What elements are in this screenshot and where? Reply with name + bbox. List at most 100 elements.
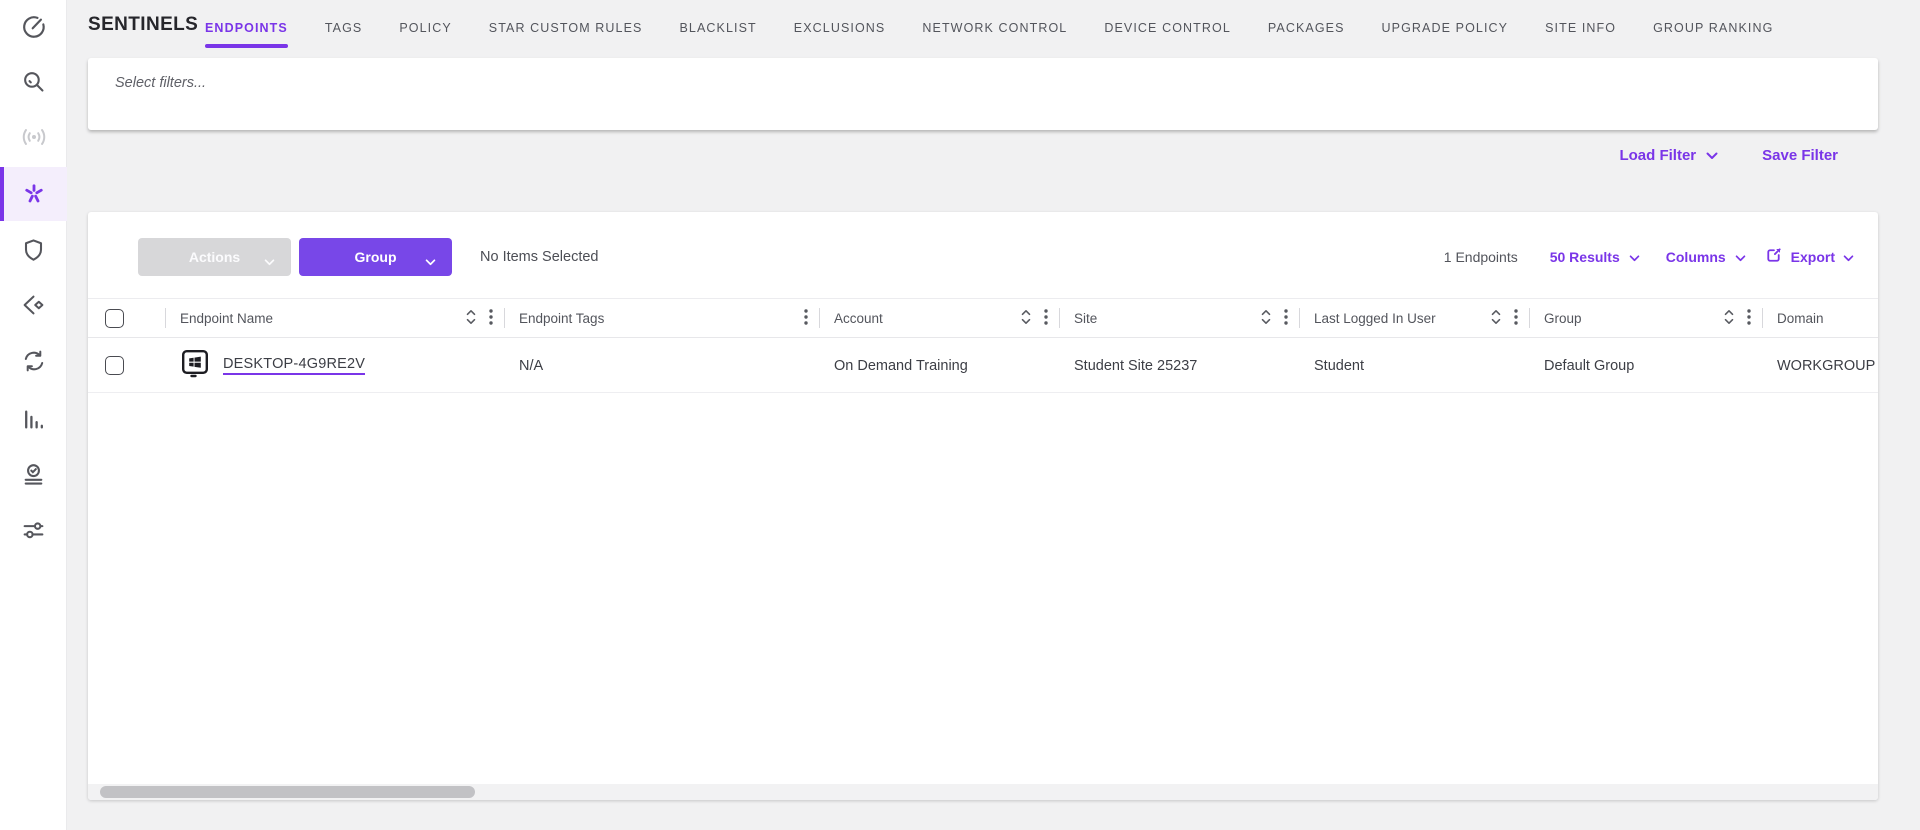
chevron-down-icon bbox=[264, 253, 275, 269]
sidebar-item-threats[interactable] bbox=[0, 223, 67, 277]
kebab-menu-icon[interactable] bbox=[1284, 308, 1288, 328]
actions-button-label: Actions bbox=[188, 249, 241, 265]
sidebar-item-dashboard[interactable] bbox=[0, 0, 67, 54]
tab-network-control[interactable]: NETWORK CONTROL bbox=[922, 17, 1067, 39]
filter-links: Load Filter Save Filter bbox=[1619, 147, 1838, 164]
sidebar-item-visibility[interactable] bbox=[0, 278, 67, 332]
table-header: Endpoint Name Endpoint Tags Account Site… bbox=[88, 298, 1878, 338]
sort-icon[interactable] bbox=[1724, 309, 1734, 328]
search-icon bbox=[21, 69, 46, 94]
sidebar-item-activity[interactable] bbox=[0, 334, 67, 388]
last-logged-in-user-cell: Student bbox=[1314, 357, 1364, 374]
column-label: Last Logged In User bbox=[1314, 310, 1436, 326]
tab-endpoints[interactable]: ENDPOINTS bbox=[205, 17, 288, 48]
sidebar-item-network-activity[interactable] bbox=[0, 110, 67, 164]
sort-icon[interactable] bbox=[1491, 309, 1501, 328]
site-cell: Student Site 25237 bbox=[1074, 357, 1198, 374]
export-icon bbox=[1764, 246, 1783, 268]
kebab-menu-icon[interactable] bbox=[1044, 308, 1048, 328]
sidebar-item-tasks[interactable] bbox=[0, 448, 67, 502]
row-checkbox-cell bbox=[88, 339, 166, 392]
settings-sliders-icon bbox=[21, 518, 46, 543]
filter-placeholder: Select filters... bbox=[115, 75, 207, 91]
page-title: SENTINELS bbox=[88, 14, 199, 35]
kebab-menu-icon[interactable] bbox=[804, 308, 808, 328]
column-domain: Domain bbox=[1763, 299, 1878, 337]
endpoint-count: 1 Endpoints bbox=[1443, 249, 1518, 265]
endpoint-name-link[interactable]: DESKTOP-4G9RE2V bbox=[223, 356, 366, 375]
tab-packages[interactable]: PACKAGES bbox=[1268, 17, 1345, 39]
tab-site-info[interactable]: SITE INFO bbox=[1545, 17, 1616, 39]
endpoints-card: Actions Group No Items Selected 1 Endpoi… bbox=[88, 212, 1878, 800]
tab-star-custom-rules[interactable]: STAR CUSTOM RULES bbox=[489, 17, 643, 39]
reports-icon bbox=[21, 407, 46, 432]
visibility-icon bbox=[20, 293, 47, 317]
load-filter-button[interactable]: Load Filter bbox=[1619, 147, 1718, 164]
tab-policy[interactable]: POLICY bbox=[399, 17, 451, 39]
chevron-down-icon bbox=[425, 253, 436, 269]
sidebar-item-settings[interactable] bbox=[0, 503, 67, 557]
select-all-checkbox[interactable] bbox=[105, 308, 124, 328]
group-cell: Default Group bbox=[1544, 357, 1635, 374]
column-label: Group bbox=[1544, 310, 1582, 326]
windows-icon bbox=[180, 349, 210, 382]
sidebar-item-search[interactable] bbox=[0, 54, 67, 108]
column-label: Account bbox=[834, 310, 883, 326]
tab-exclusions[interactable]: EXCLUSIONS bbox=[794, 17, 886, 39]
save-filter-label: Save Filter bbox=[1762, 147, 1838, 164]
column-group: Group bbox=[1530, 299, 1763, 337]
save-filter-button[interactable]: Save Filter bbox=[1762, 147, 1838, 164]
actions-button[interactable]: Actions bbox=[138, 238, 291, 276]
column-site: Site bbox=[1060, 299, 1300, 337]
horizontal-scrollbar[interactable] bbox=[88, 784, 1878, 800]
column-account: Account bbox=[820, 299, 1060, 337]
sidebar-item-sentinels[interactable] bbox=[0, 167, 67, 221]
tab-device-control[interactable]: DEVICE CONTROL bbox=[1104, 17, 1231, 39]
app-root: SENTINELS ENDPOINTS TAGS POLICY STAR CUS… bbox=[0, 0, 1920, 830]
kebab-menu-icon[interactable] bbox=[1514, 308, 1518, 328]
group-button-label: Group bbox=[354, 249, 397, 265]
sort-icon[interactable] bbox=[1021, 309, 1031, 328]
export-dropdown[interactable]: Export bbox=[1764, 246, 1854, 268]
table-row[interactable]: DESKTOP-4G9RE2V N/A On Demand Training S… bbox=[88, 339, 1878, 393]
column-last-logged-in-user: Last Logged In User bbox=[1300, 299, 1530, 337]
dashboard-icon bbox=[21, 14, 47, 40]
column-label: Site bbox=[1074, 310, 1098, 326]
endpoint-tags-cell: N/A bbox=[519, 357, 544, 374]
kebab-menu-icon[interactable] bbox=[489, 308, 493, 328]
columns-label: Columns bbox=[1665, 249, 1726, 265]
nav-tabs: ENDPOINTS TAGS POLICY STAR CUSTOM RULES … bbox=[205, 6, 1773, 50]
row-checkbox[interactable] bbox=[105, 356, 124, 375]
filter-input[interactable]: Select filters... bbox=[88, 58, 1878, 130]
sidebar-item-reports[interactable] bbox=[0, 392, 67, 446]
selection-status: No Items Selected bbox=[480, 249, 599, 265]
account-cell: On Demand Training bbox=[834, 357, 968, 374]
chevron-down-icon bbox=[1843, 249, 1854, 265]
activity-sync-icon bbox=[21, 349, 47, 373]
tab-tags[interactable]: TAGS bbox=[325, 17, 363, 39]
main-area: SENTINELS ENDPOINTS TAGS POLICY STAR CUS… bbox=[67, 0, 1920, 830]
chevron-down-icon bbox=[1706, 147, 1718, 164]
endpoint-name-cell: DESKTOP-4G9RE2V bbox=[166, 339, 505, 392]
results-label: 50 Results bbox=[1549, 249, 1620, 265]
column-label: Endpoint Name bbox=[180, 310, 274, 326]
column-label: Endpoint Tags bbox=[519, 310, 605, 326]
column-endpoint-name: Endpoint Name bbox=[166, 299, 505, 337]
sort-icon[interactable] bbox=[1261, 309, 1271, 328]
tab-upgrade-policy[interactable]: UPGRADE POLICY bbox=[1382, 17, 1509, 39]
threats-shield-icon bbox=[21, 237, 46, 263]
kebab-menu-icon[interactable] bbox=[1747, 308, 1751, 328]
column-endpoint-tags: Endpoint Tags bbox=[505, 299, 820, 337]
tab-blacklist[interactable]: BLACKLIST bbox=[679, 17, 756, 39]
domain-cell: WORKGROUP bbox=[1777, 357, 1876, 374]
results-dropdown[interactable]: 50 Results bbox=[1550, 249, 1640, 265]
tab-group-ranking[interactable]: GROUP RANKING bbox=[1653, 17, 1773, 39]
load-filter-label: Load Filter bbox=[1619, 147, 1697, 164]
chevron-down-icon bbox=[1735, 249, 1746, 265]
scrollbar-thumb[interactable] bbox=[100, 786, 475, 798]
group-button[interactable]: Group bbox=[299, 238, 452, 276]
tasks-icon bbox=[21, 462, 46, 488]
header-checkbox-cell bbox=[88, 299, 166, 337]
sort-icon[interactable] bbox=[466, 309, 476, 328]
columns-dropdown[interactable]: Columns bbox=[1666, 249, 1746, 265]
